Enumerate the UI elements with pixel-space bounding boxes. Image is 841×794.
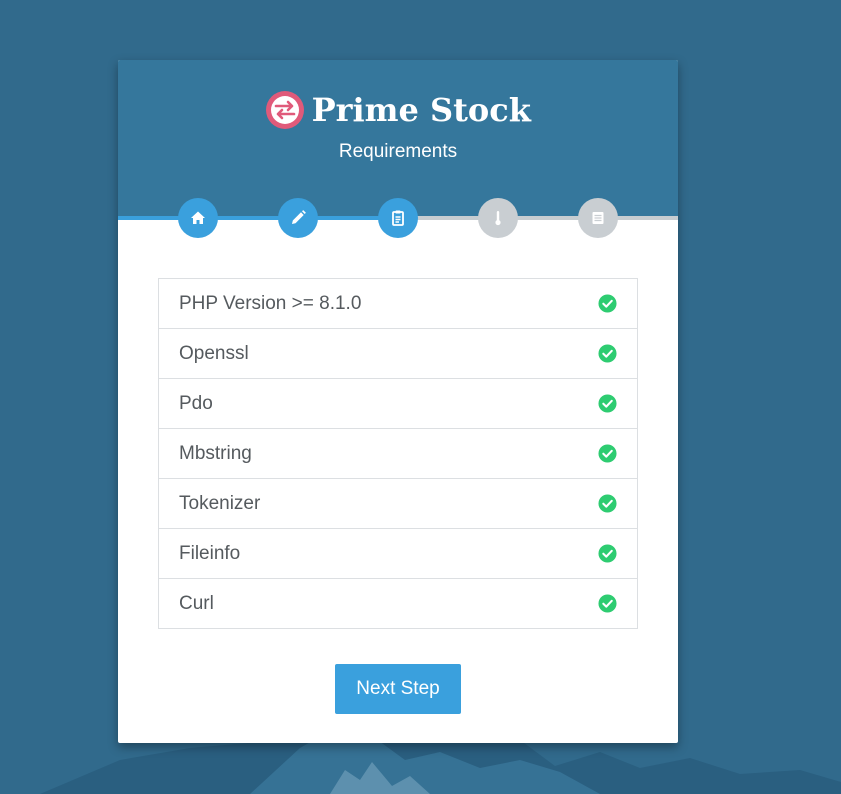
brand-name: Prime Stock [311, 91, 531, 129]
step-permissions[interactable] [478, 198, 518, 238]
card-header: Prime Stock Requirements [118, 60, 678, 218]
check-circle-icon [598, 344, 617, 363]
check-circle-icon [598, 594, 617, 613]
thermometer-icon [495, 211, 501, 226]
check-circle-icon [598, 444, 617, 463]
swap-arrows-logo-icon [266, 91, 305, 129]
step-finish[interactable] [578, 198, 618, 238]
requirement-label: Fileinfo [179, 543, 241, 564]
progress-fill [118, 216, 398, 220]
check-circle-icon [598, 544, 617, 563]
step-details[interactable] [278, 198, 318, 238]
clipboard-icon [392, 210, 404, 226]
requirement-row: Tokenizer [159, 479, 637, 529]
requirements-list: PHP Version >= 8.1.0 Openssl Pdo Mbstrin… [158, 278, 638, 629]
requirement-label: PHP Version >= 8.1.0 [179, 293, 362, 314]
requirement-label: Pdo [179, 393, 213, 414]
page-subtitle: Requirements [338, 141, 458, 162]
list-icon [592, 212, 604, 224]
pencil-icon [292, 210, 306, 224]
requirement-label: Mbstring [179, 443, 252, 464]
check-circle-icon [598, 294, 617, 313]
brand: Prime Stock [118, 88, 678, 132]
check-circle-icon [598, 494, 617, 513]
next-step-button[interactable]: Next Step [335, 664, 461, 714]
step-requirements[interactable] [378, 198, 418, 238]
requirement-label: Openssl [179, 343, 249, 364]
requirement-label: Curl [179, 593, 214, 614]
requirement-row: Pdo [159, 379, 637, 429]
step-home[interactable] [178, 198, 218, 238]
requirement-row: Openssl [159, 329, 637, 379]
installer-card: Prime Stock Requirements PHP Version >= … [118, 60, 678, 743]
requirement-row: PHP Version >= 8.1.0 [159, 279, 637, 329]
check-circle-icon [598, 394, 617, 413]
home-icon [191, 211, 205, 224]
requirement-row: Mbstring [159, 429, 637, 479]
requirement-label: Tokenizer [179, 493, 261, 514]
requirement-row: Fileinfo [159, 529, 637, 579]
requirement-row: Curl [159, 579, 637, 629]
